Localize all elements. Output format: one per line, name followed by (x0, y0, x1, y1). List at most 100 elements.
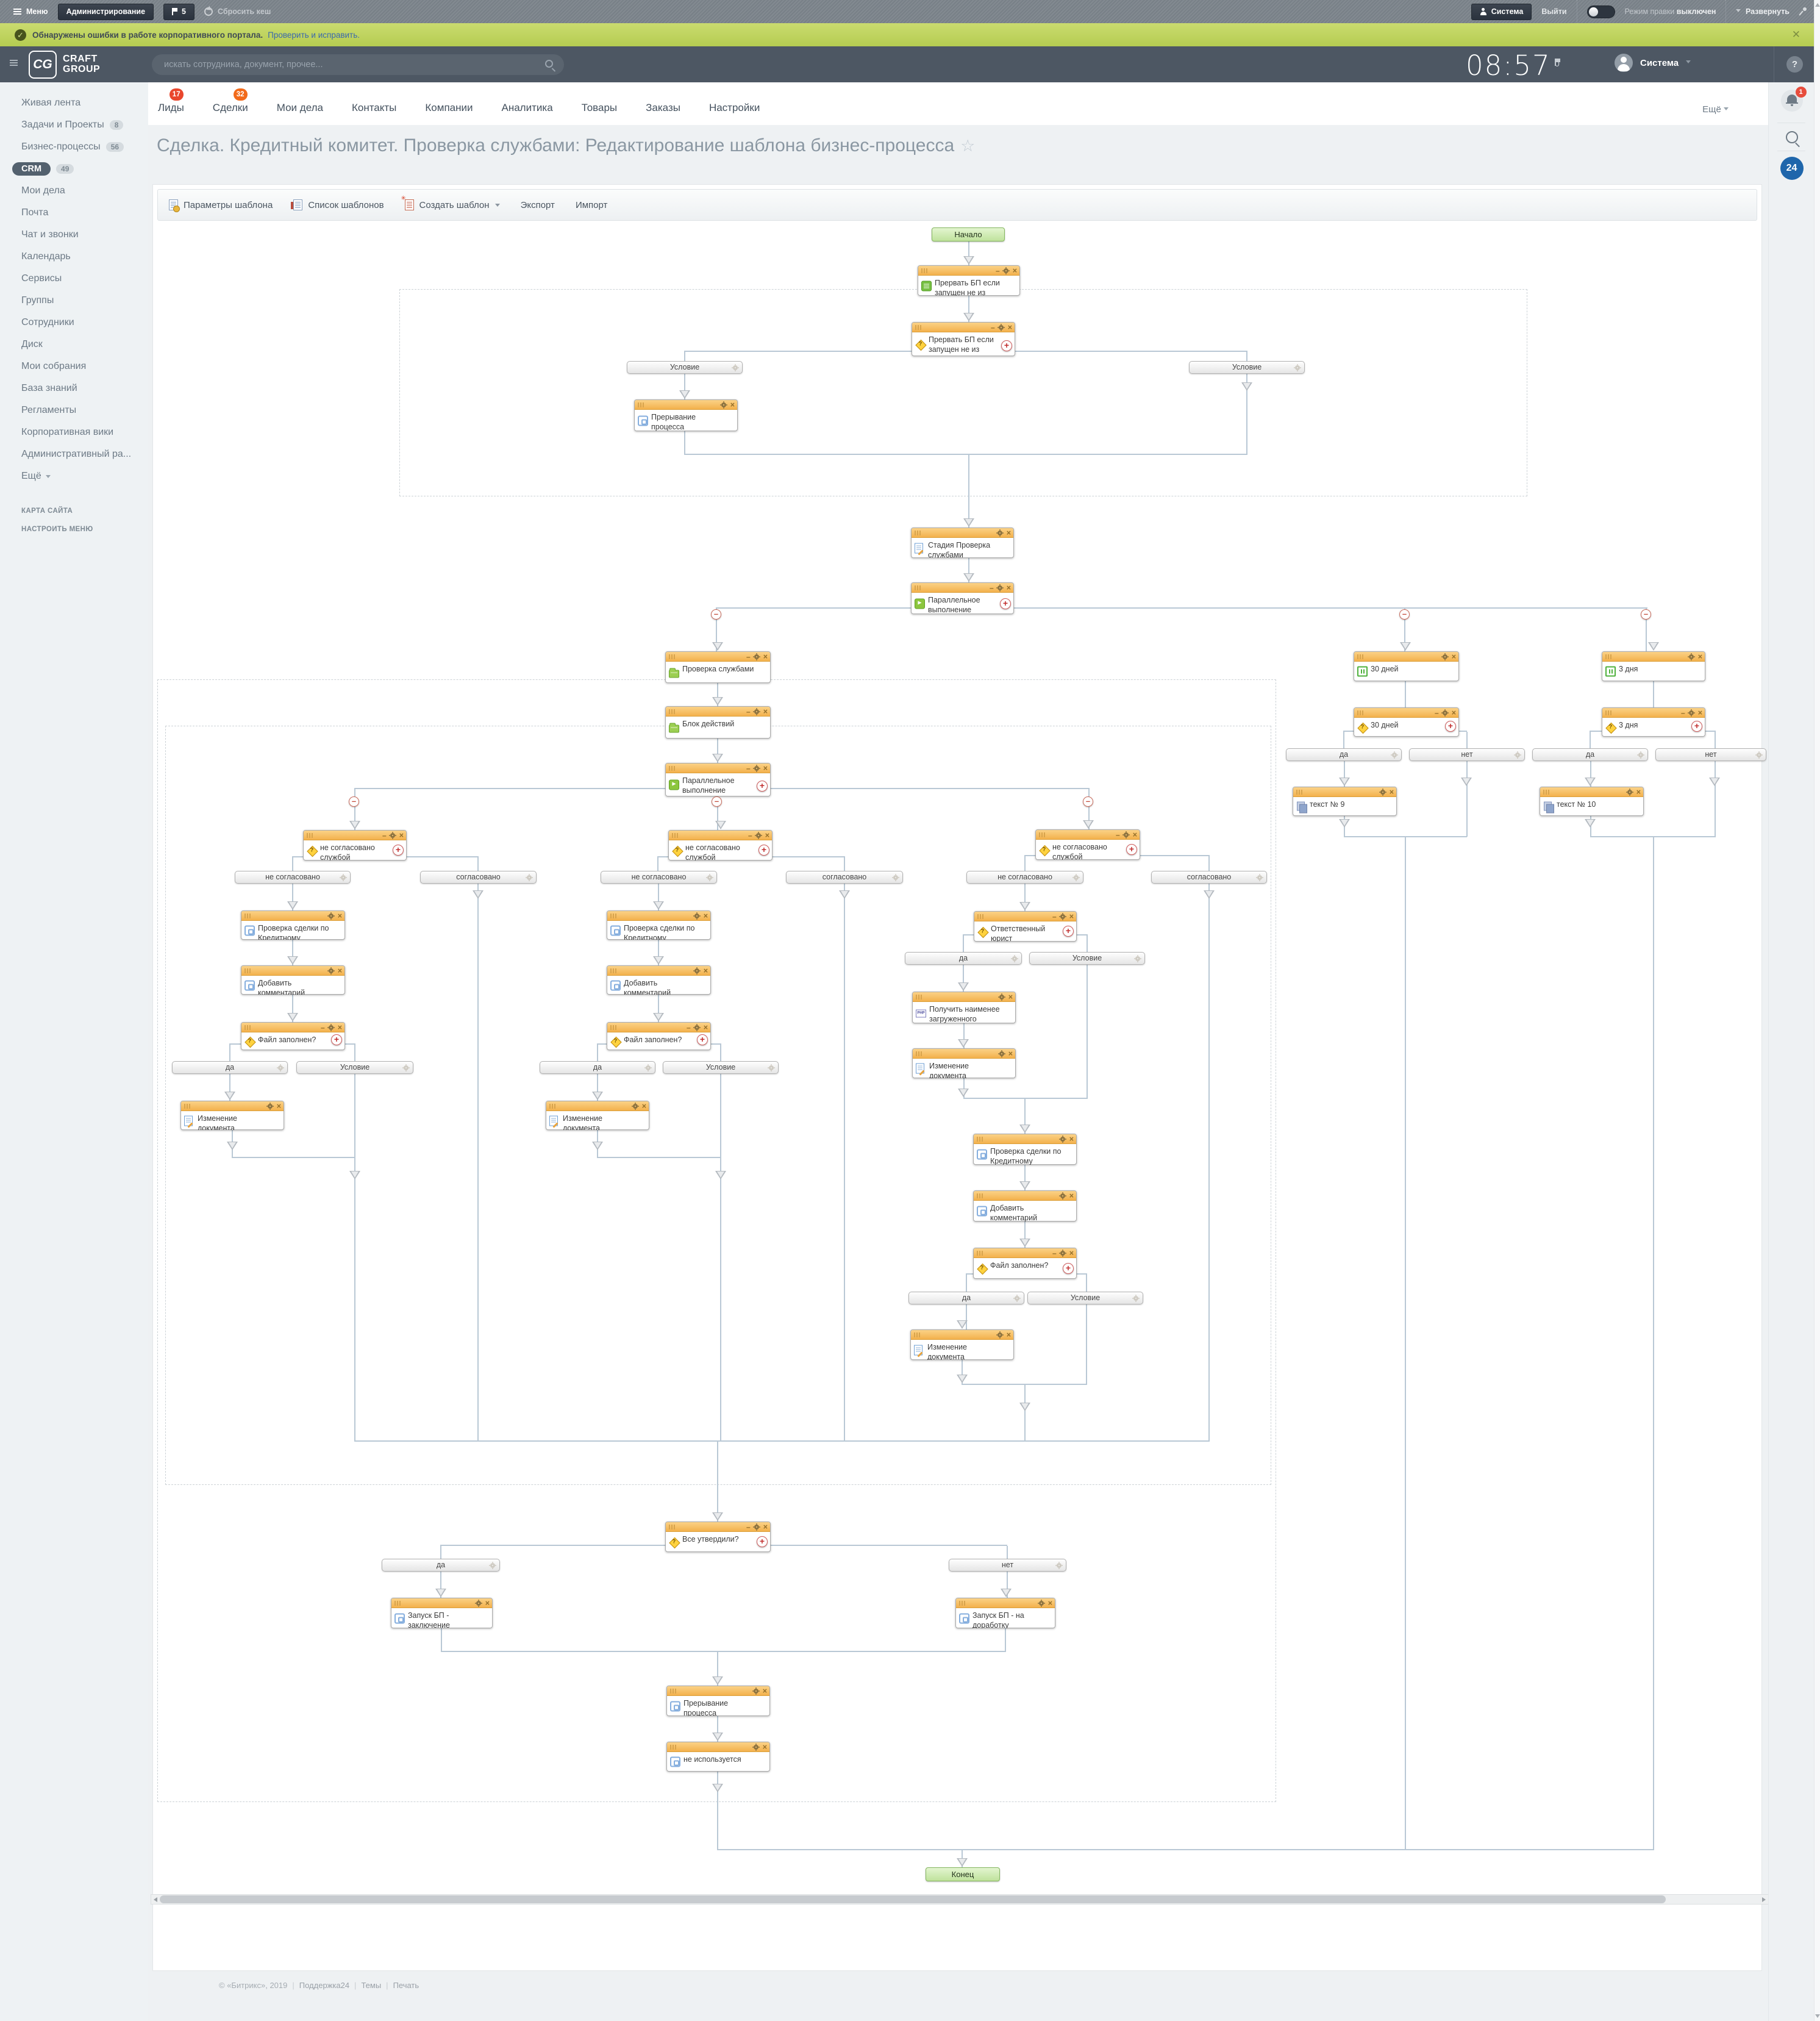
gear-icon[interactable] (1442, 654, 1449, 660)
sidebar-item[interactable]: Мои дела (0, 180, 148, 202)
workflow-node[interactable]: –×Параллельное выполнение+ (665, 763, 771, 796)
branch-pill[interactable]: нет (1655, 748, 1766, 761)
scroll-thumb[interactable] (160, 1895, 1666, 1903)
sidebar-item[interactable]: Ещё (0, 465, 148, 487)
close-icon[interactable]: × (338, 1023, 342, 1032)
add-branch-button[interactable]: + (393, 845, 404, 856)
minimize-icon[interactable]: – (1052, 914, 1057, 920)
branch-pill[interactable]: да (1286, 748, 1402, 761)
workflow-node[interactable]: ×Изменение документа (180, 1101, 284, 1130)
company-logo[interactable]: CG (29, 51, 57, 79)
gear-icon[interactable] (754, 1524, 760, 1531)
scroll-up-arrow[interactable] (1815, 3, 1820, 7)
close-icon[interactable]: × (1452, 653, 1456, 661)
workflow-node[interactable]: –×Ответственный юрист не заполнен+ (974, 911, 1077, 942)
workflow-node[interactable]: –×3 дня+ (1602, 707, 1705, 737)
hamburger-icon[interactable] (10, 60, 18, 66)
add-branch-button[interactable]: + (1063, 1263, 1074, 1274)
collapse-branch-button[interactable]: – (1083, 796, 1093, 807)
branch-pill[interactable]: да (540, 1061, 655, 1074)
scroll-left-arrow[interactable] (154, 1897, 157, 1902)
tab-лиды[interactable]: Лиды17 (158, 102, 184, 114)
pin-icon[interactable] (1799, 7, 1808, 16)
gear-icon[interactable] (997, 530, 1004, 537)
sidebar-footer-link[interactable]: НАСТРОИТЬ МЕНЮ (0, 520, 148, 538)
close-icon[interactable]: × (642, 1102, 646, 1111)
page-scrollbar[interactable] (1814, 0, 1820, 2021)
tab-настройки[interactable]: Настройки (709, 102, 760, 114)
workflow-node[interactable]: ×30 дней (1354, 651, 1459, 681)
add-branch-button[interactable]: + (758, 845, 769, 856)
gear-icon[interactable] (1380, 789, 1386, 796)
diagram-hscrollbar[interactable] (151, 1894, 1769, 1905)
gear-icon[interactable] (694, 968, 701, 975)
gear-icon[interactable] (997, 585, 1004, 592)
sidebar-item[interactable]: Диск (0, 334, 148, 356)
workflow-node[interactable]: –×Проверка службами (665, 651, 771, 683)
tab-сделки[interactable]: Сделки32 (213, 102, 248, 114)
close-icon[interactable]: × (338, 967, 342, 975)
gear-icon[interactable] (999, 1051, 1005, 1057)
workflow-node[interactable]: –×Прервать БП если запущен не из нужного (918, 265, 1020, 296)
branch-pill[interactable]: нет (1409, 748, 1525, 761)
gear-icon[interactable] (340, 874, 346, 881)
branch-pill[interactable]: да (382, 1559, 500, 1572)
add-branch-button[interactable]: + (1445, 721, 1456, 732)
branch-pill[interactable]: Условие (296, 1061, 413, 1074)
workflow-node[interactable]: ×Проверка сделки по Кредитному комитету … (973, 1134, 1077, 1165)
gear-icon[interactable] (1011, 955, 1018, 962)
gear-icon[interactable] (328, 1025, 335, 1031)
toolbar-button[interactable]: Создать шаблон (405, 199, 500, 210)
gear-icon[interactable] (1755, 751, 1762, 758)
end-node[interactable]: Конец (926, 1867, 1000, 1881)
gear-icon[interactable] (694, 1025, 701, 1031)
workflow-node[interactable]: ×3 дня (1602, 651, 1705, 681)
alert-fix-link[interactable]: Проверить и исправить. (268, 30, 360, 40)
menu-button[interactable]: Меню (13, 7, 48, 16)
minimize-icon[interactable]: – (746, 1524, 751, 1530)
branch-pill[interactable]: не согласовано (235, 871, 351, 884)
workflow-node[interactable]: ×текст № 10 (1540, 787, 1644, 816)
system-user-button[interactable]: Система (1471, 4, 1532, 20)
gear-icon[interactable] (1060, 1250, 1066, 1257)
gear-icon[interactable] (1060, 1193, 1066, 1200)
workflow-node[interactable]: ×Получить наименее загруженного (912, 992, 1016, 1023)
sidebar-item[interactable]: Корпоративная вики (0, 421, 148, 443)
gear-icon[interactable] (526, 874, 532, 881)
gear-icon[interactable] (1060, 1136, 1066, 1143)
bitrix24-button[interactable]: 24 (1780, 157, 1804, 180)
workflow-node[interactable]: –×Файл заполнен?+ (241, 1022, 345, 1050)
gear-icon[interactable] (1134, 955, 1141, 962)
search-icon[interactable] (1786, 131, 1798, 143)
workflow-node[interactable]: ×Стадия Проверка службами (911, 528, 1014, 558)
branch-pill[interactable]: да (1532, 748, 1648, 761)
minimize-icon[interactable]: – (746, 709, 751, 715)
gear-icon[interactable] (1132, 1295, 1139, 1301)
sidebar-item[interactable]: Почта (0, 202, 148, 224)
gear-icon[interactable] (476, 1600, 482, 1607)
gear-icon[interactable] (277, 1064, 284, 1071)
gear-icon[interactable] (768, 1064, 774, 1071)
gear-icon[interactable] (1637, 751, 1644, 758)
toolbar-button[interactable]: Импорт (576, 200, 607, 210)
close-icon[interactable]: × (1133, 831, 1137, 839)
edit-mode-toggle[interactable] (1587, 5, 1615, 18)
minimize-icon[interactable]: – (687, 1025, 691, 1031)
add-branch-button[interactable]: + (331, 1034, 342, 1045)
scroll-down-arrow[interactable] (1815, 2014, 1820, 2018)
gear-icon[interactable] (694, 913, 701, 920)
close-icon[interactable]: × (399, 831, 404, 840)
tab-аналитика[interactable]: Аналитика (502, 102, 553, 114)
add-branch-button[interactable]: + (1126, 844, 1137, 855)
sidebar-item[interactable]: Бизнес-процессы56 (0, 136, 148, 158)
gear-icon[interactable] (1003, 268, 1010, 274)
workflow-node[interactable]: ×Проверка сделки по Кредитному комитету … (607, 910, 711, 940)
sidebar-item[interactable]: Живая лента (0, 92, 148, 114)
gear-icon[interactable] (732, 364, 738, 371)
close-icon[interactable]: × (763, 707, 768, 716)
sidebar-footer-link[interactable]: КАРТА САЙТА (0, 502, 148, 520)
close-icon[interactable]: × (277, 1102, 281, 1111)
user-menu[interactable]: Система (1615, 54, 1693, 72)
close-icon[interactable]: × (1008, 1050, 1013, 1058)
sidebar-item[interactable]: База знаний (0, 377, 148, 399)
